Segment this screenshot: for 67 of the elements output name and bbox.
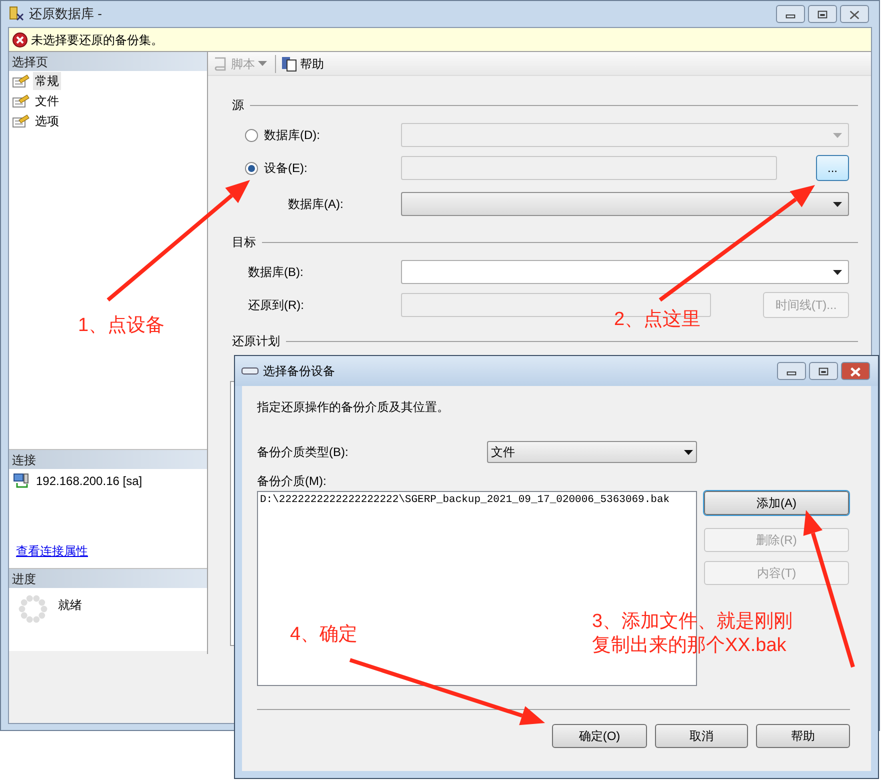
dialog-description: 指定还原操作的备份介质及其位置。	[257, 399, 450, 414]
annotation-text: 复制出来的那个XX.bak	[592, 634, 788, 658]
field-label: 数据库(A):	[288, 197, 344, 211]
radio-button[interactable]	[245, 162, 258, 174]
radio-button[interactable]	[245, 128, 258, 142]
section-title: 源	[232, 97, 244, 114]
page-icon	[12, 94, 30, 108]
dropdown-arrow-icon	[684, 450, 693, 454]
page-icon	[12, 114, 30, 128]
field-label: 还原到(R):	[248, 298, 304, 312]
section-title: 目标	[232, 234, 256, 251]
error-message: 未选择要还原的备份集。	[31, 32, 163, 48]
server-icon	[13, 472, 30, 490]
progress-status: 就绪	[58, 597, 82, 614]
dialog-button[interactable]: 取消	[655, 724, 748, 748]
radio-label: 设备(E):	[264, 160, 308, 177]
minimize-button[interactable]	[776, 5, 805, 23]
close-button[interactable]	[840, 5, 869, 23]
device-icon	[241, 367, 259, 375]
section-header: 选择页	[9, 52, 207, 71]
minimize-icon	[786, 14, 796, 18]
database-icon	[9, 6, 25, 22]
field-label: 备份介质(M):	[257, 474, 326, 488]
annotation-text: 4、确定	[290, 623, 358, 647]
connection-properties-link[interactable]: 查看连接属性	[16, 542, 88, 560]
close-button[interactable]	[841, 362, 870, 380]
page-icon	[12, 74, 30, 88]
close-icon	[850, 367, 861, 377]
dropdown-arrow-icon	[833, 202, 842, 206]
error-icon	[12, 32, 28, 48]
radio-label: 数据库(D):	[264, 127, 320, 144]
dialog-side-button[interactable]: 添加(A)	[704, 491, 849, 515]
annotation-text: 1、点设备	[78, 314, 165, 338]
close-icon	[850, 10, 860, 20]
media-item[interactable]: D:\2222222222222222222\SGERP_backup_2021_09_17_020006_5363069.bak	[260, 493, 696, 507]
page-item[interactable]: 选项	[33, 112, 61, 130]
field-label: 备份介质类型(B):	[257, 445, 348, 459]
window-title: 还原数据库 -	[29, 5, 102, 24]
minimize-button[interactable]	[777, 362, 806, 380]
maximize-icon	[818, 10, 828, 18]
media-type-dropdown[interactable]: 文件	[487, 441, 697, 463]
dialog-button[interactable]: 帮助	[756, 724, 850, 748]
maximize-button[interactable]	[808, 5, 837, 23]
section-header: 连接	[9, 450, 207, 469]
scroll-icon	[212, 56, 228, 72]
dropdown-arrow-icon	[833, 270, 842, 274]
page-item[interactable]: 文件	[33, 92, 61, 110]
dialog-title: 选择备份设备	[263, 363, 335, 380]
dialog-button[interactable]: 确定(O)	[552, 724, 647, 748]
device-field[interactable]	[401, 156, 777, 180]
browse-button[interactable]: ...	[816, 155, 849, 181]
page-item[interactable]: 常规	[33, 72, 61, 90]
maximize-icon	[818, 368, 828, 376]
annotation-text: 3、添加文件、就是刚刚	[592, 610, 793, 634]
field-label: 数据库(B):	[248, 265, 304, 279]
minimize-icon	[786, 372, 796, 376]
document-icon	[281, 56, 297, 72]
dropdown-arrow-icon	[258, 61, 267, 66]
section-title: 还原计划	[232, 333, 280, 350]
dropdown-arrow-icon	[833, 132, 842, 138]
section-header: 进度	[9, 569, 207, 588]
database-dropdown[interactable]	[401, 192, 849, 216]
server-name: 192.168.200.16 [sa]	[36, 473, 142, 490]
spinner-icon	[18, 594, 48, 624]
annotation-text: 2、点这里	[614, 308, 701, 332]
help-button[interactable]: 帮助	[280, 54, 325, 74]
maximize-button[interactable]	[809, 362, 838, 380]
